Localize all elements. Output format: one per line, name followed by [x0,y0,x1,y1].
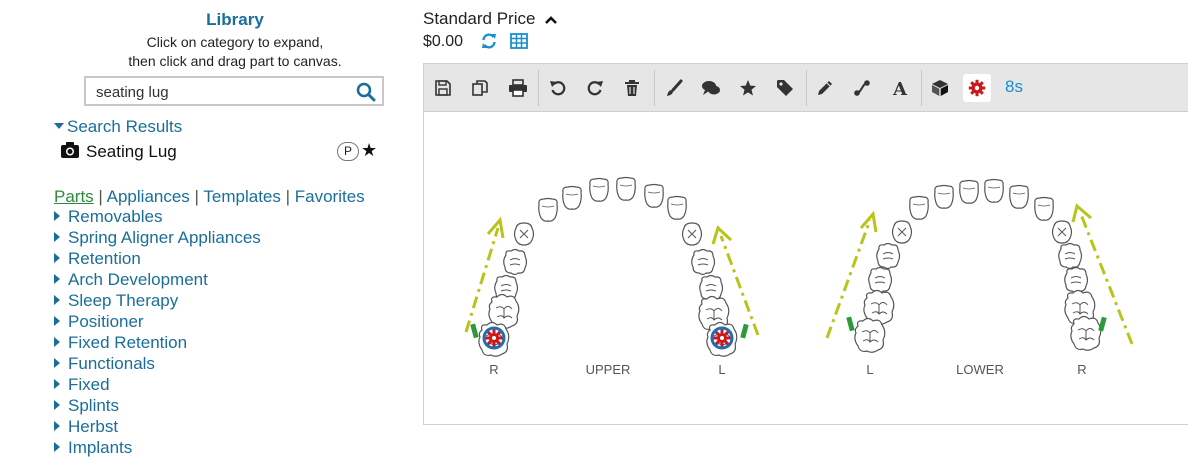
tree-item-herbst[interactable]: Herbst [54,417,261,438]
lower-left-label: L [866,362,873,377]
category-tree: Removables Spring Aligner Appliances Ret… [54,207,261,459]
tree-item-functionals[interactable]: Functionals [54,354,261,375]
tree-item-label: Herbst [68,417,119,436]
appliances-link[interactable]: Appliances [107,187,190,206]
arch-diagram: R UPPER L L LOWER R [464,176,1134,377]
library-instructions-line2: then click and drag part to canvas. [128,53,342,69]
search-icon[interactable] [356,82,376,102]
tree-item-label: Fixed Retention [68,333,188,352]
upper-right-label: R [489,362,498,377]
caret-right-icon [54,442,60,452]
print-icon[interactable] [504,74,532,102]
search-input[interactable] [94,81,348,103]
upper-arch-label: UPPER [586,362,631,377]
price-label: Standard Price [423,9,536,28]
toolbar-divider [806,70,807,106]
design-editor: A 8s R UPPER L L LOWER R [423,63,1188,425]
tree-item-label: Arch Development [68,270,208,289]
caret-right-icon [54,421,60,431]
tree-item-removables[interactable]: Removables [54,207,261,228]
tree-item-positioner[interactable]: Positioner [54,312,261,333]
chevron-up-icon [544,10,558,30]
caret-down-icon [54,123,64,129]
tree-item-sleep-therapy[interactable]: Sleep Therapy [54,291,261,312]
timer-display: 8s [1005,77,1023,96]
tree-item-fixed-retention[interactable]: Fixed Retention [54,333,261,354]
tree-item-retention[interactable]: Retention [54,249,261,270]
parts-link[interactable]: Parts [54,187,94,206]
design-canvas[interactable]: R UPPER L L LOWER R [424,112,1188,424]
comments-icon[interactable] [697,74,725,102]
lower-arch [854,178,1102,353]
library-title: Library [206,10,264,29]
tree-item-label: Fixed [68,375,110,394]
caret-right-icon [54,379,60,389]
search-results-toggle[interactable]: Search Results [54,117,182,137]
favorite-star-icon[interactable]: ★ [361,140,377,161]
library-instructions-line1: Click on category to expand, [146,34,324,50]
search-result-label: Seating Lug [86,142,177,161]
upper-arch [478,176,738,357]
caret-right-icon [54,358,60,368]
upper-left-label: L [718,362,725,377]
tree-item-label: Implants [68,438,133,457]
tree-item-spring-aligner[interactable]: Spring Aligner Appliances [54,228,261,249]
caret-right-icon [54,211,60,221]
tree-item-label: Splints [68,396,120,415]
trash-icon[interactable] [618,74,646,102]
redo-icon[interactable] [581,74,609,102]
caret-right-icon [54,274,60,284]
price-toggle[interactable]: Standard Price [423,9,558,30]
link-separator: | [98,187,103,206]
favorites-link[interactable]: Favorites [295,187,365,206]
tree-item-label: Functionals [68,354,155,373]
link-separator: | [194,187,199,206]
search-result-item[interactable]: Seating Lug P ★ [60,140,385,164]
lower-right-label: R [1077,362,1086,377]
connector-icon[interactable] [848,74,876,102]
toolbar-divider [654,70,655,106]
undo-icon[interactable] [544,74,572,102]
price-value: $0.00 [423,33,464,50]
caret-right-icon [54,337,60,347]
save-icon[interactable] [429,74,457,102]
camera-icon [60,141,80,164]
search-results-heading: Search Results [67,117,183,136]
search-box [84,76,384,106]
caret-right-icon [54,400,60,410]
tree-item-label: Sleep Therapy [68,291,179,310]
caret-right-icon [54,295,60,305]
templates-link[interactable]: Templates [203,187,280,206]
tree-item-splints[interactable]: Splints [54,396,261,417]
library-sidebar: Library Click on category to expand, the… [0,0,420,457]
part-badge: P [337,142,359,161]
tag-icon[interactable] [771,74,799,102]
tree-item-label: Removables [68,207,163,226]
brush-icon[interactable] [660,74,688,102]
caret-right-icon [54,316,60,326]
tree-item-implants[interactable]: Implants [54,438,261,459]
editor-toolbar: A 8s [424,64,1188,112]
caret-right-icon [54,232,60,242]
toolbar-divider [538,70,539,106]
tree-item-label: Retention [68,249,141,268]
refresh-icon[interactable] [480,32,498,50]
category-links: Parts | Appliances | Templates | Favorit… [54,187,365,207]
tree-item-label: Spring Aligner Appliances [68,228,261,247]
lower-arch-label: LOWER [956,362,1004,377]
tree-item-arch-development[interactable]: Arch Development [54,270,261,291]
svg-text:A: A [892,79,908,97]
pencil-icon[interactable] [811,74,839,102]
cube-icon[interactable] [926,74,954,102]
table-grid-icon[interactable] [510,33,528,49]
tree-item-fixed[interactable]: Fixed [54,375,261,396]
star-icon[interactable] [734,74,762,102]
tree-item-label: Positioner [68,312,144,331]
text-tool-icon[interactable]: A [886,74,914,102]
copy-icon[interactable] [466,74,494,102]
toolbar-divider [921,70,922,106]
link-separator: | [285,187,291,206]
caret-right-icon [54,253,60,263]
settings-gear-icon[interactable] [963,74,991,102]
